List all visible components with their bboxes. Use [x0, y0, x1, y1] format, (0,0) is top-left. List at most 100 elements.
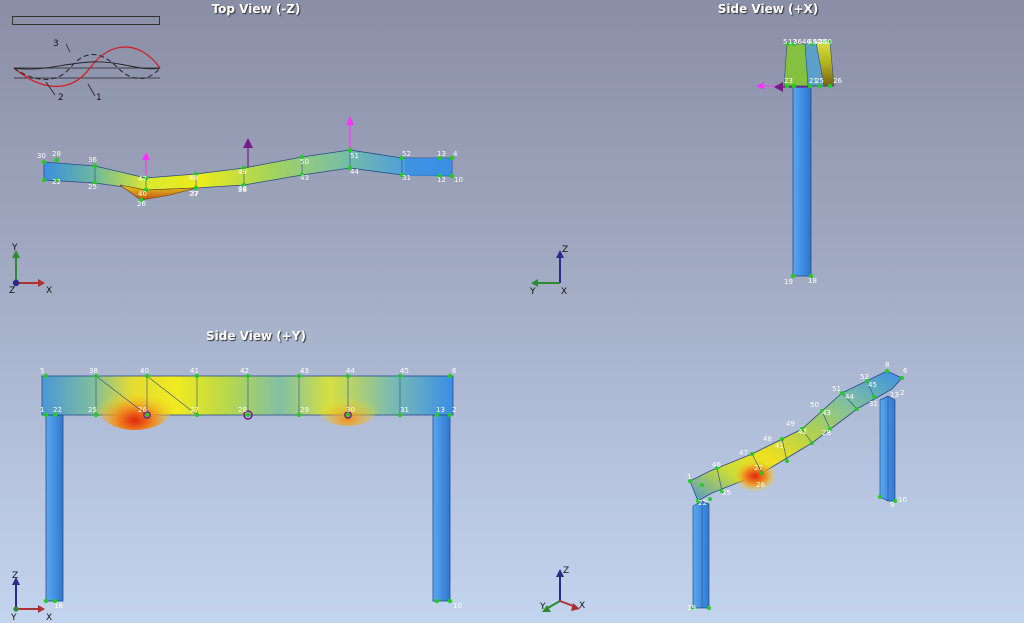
viewport-iso-view[interactable]: 8 6 52 45 51 44 50 43 49 42 48 41 47 46 …: [512, 311, 1024, 623]
axis-label: X: [579, 601, 585, 611]
axis-label: X: [46, 286, 52, 296]
mode-3-curve: [13, 54, 161, 80]
mode-label-3: 3: [53, 39, 59, 49]
svg-text:43: 43: [822, 409, 831, 417]
svg-text:51: 51: [832, 385, 841, 393]
svg-text:1: 1: [687, 473, 691, 481]
mode-label-2: 2: [58, 93, 64, 103]
column-side-x[interactable]: [792, 85, 812, 277]
side-y-canvas: 5 38 40 41 42 43 44 45 6 1 22 25 26 27 2…: [10, 367, 462, 623]
svg-text:43: 43: [300, 174, 309, 182]
svg-text:52: 52: [860, 373, 869, 381]
svg-text:13: 13: [436, 406, 445, 414]
svg-text:31: 31: [402, 174, 411, 182]
load-arrow-icon: [142, 152, 150, 160]
column-right[interactable]: [432, 414, 451, 602]
iso-column-left[interactable]: [692, 500, 710, 609]
side-x-canvas: 5 17 36 46 45 47 44 15 40 23 21 25 26 19…: [529, 38, 842, 297]
svg-text:19: 19: [687, 604, 696, 612]
svg-text:42: 42: [798, 428, 807, 436]
axis-triad-top: Y Z X: [9, 243, 52, 296]
svg-text:10: 10: [453, 602, 462, 610]
svg-text:10: 10: [454, 176, 463, 184]
viewport-top-view[interactable]: Top View (-Z) 3 2 1 30 28 36 47 48 49 50…: [0, 0, 512, 311]
axis-label: Y: [10, 613, 17, 623]
svg-text:48: 48: [189, 174, 198, 182]
svg-text:49: 49: [238, 168, 247, 176]
svg-text:40: 40: [140, 367, 149, 375]
svg-text:2: 2: [452, 406, 456, 414]
svg-text:26: 26: [138, 406, 147, 414]
svg-text:8: 8: [885, 361, 889, 369]
svg-text:13: 13: [890, 391, 899, 399]
load-arrow-icon: [243, 138, 253, 148]
svg-text:5: 5: [40, 367, 44, 375]
svg-text:46: 46: [712, 461, 721, 469]
axis-label: Z: [9, 286, 15, 296]
svg-text:18: 18: [808, 277, 817, 285]
svg-text:6: 6: [903, 367, 908, 375]
iso-canvas: 8 6 52 45 51 44 50 43 49 42 48 41 47 46 …: [539, 361, 908, 612]
svg-text:44: 44: [350, 168, 359, 176]
axis-triad-side-x: Z Y X: [529, 245, 568, 297]
svg-text:50: 50: [300, 158, 309, 166]
svg-text:29: 29: [300, 406, 309, 414]
svg-text:47: 47: [739, 449, 748, 457]
svg-text:47: 47: [138, 175, 147, 183]
axis-label: Y: [529, 287, 536, 297]
axis-label: Z: [12, 571, 18, 581]
svg-text:48: 48: [763, 435, 772, 443]
iso-beam[interactable]: [689, 370, 903, 502]
load-arrow-icon: [346, 116, 354, 125]
svg-text:46: 46: [238, 185, 247, 193]
svg-text:22: 22: [53, 406, 62, 414]
svg-text:19: 19: [784, 278, 793, 286]
svg-text:36: 36: [88, 156, 97, 164]
iso-column-right[interactable]: [879, 395, 896, 502]
mode-1-curve: [13, 46, 161, 88]
svg-text:51: 51: [350, 152, 359, 160]
svg-text:1: 1: [40, 406, 44, 414]
svg-text:26: 26: [756, 481, 765, 489]
svg-text:45: 45: [868, 381, 877, 389]
svg-text:22: 22: [698, 499, 707, 507]
svg-text:38: 38: [89, 367, 98, 375]
svg-text:6: 6: [452, 367, 457, 375]
svg-text:41: 41: [190, 367, 199, 375]
axis-label: Z: [563, 566, 569, 576]
svg-text:44: 44: [346, 367, 355, 375]
axis-label: Y: [11, 243, 18, 253]
svg-text:25: 25: [88, 183, 97, 191]
svg-text:23: 23: [784, 77, 793, 85]
svg-text:4: 4: [453, 150, 458, 158]
svg-text:25: 25: [722, 489, 731, 497]
svg-text:26: 26: [833, 77, 842, 85]
axis-label: X: [561, 287, 567, 297]
svg-text:28: 28: [238, 406, 247, 414]
svg-text:41: 41: [775, 442, 784, 450]
svg-text:18: 18: [54, 602, 63, 610]
svg-text:43: 43: [300, 367, 309, 375]
column-left[interactable]: [45, 414, 64, 602]
svg-text:13: 13: [437, 150, 446, 158]
axis-label: Z: [562, 245, 568, 255]
viewport-side-y-view[interactable]: Side View (+Y) 5 38 40 41 42 43 44 45 6 …: [0, 311, 512, 623]
svg-text:5: 5: [783, 38, 787, 46]
load-arrow-icon: [774, 82, 783, 92]
svg-text:44: 44: [845, 393, 854, 401]
svg-text:2: 2: [900, 389, 904, 397]
top-view-canvas: 3 2 1 30 28 36 47 48 49 50 51 52 13 4 22…: [9, 39, 463, 296]
svg-text:27: 27: [190, 406, 199, 414]
load-arrow-icon: [756, 82, 764, 90]
svg-text:40: 40: [823, 38, 832, 46]
svg-text:28: 28: [822, 429, 831, 437]
svg-text:50: 50: [810, 401, 819, 409]
svg-text:26: 26: [137, 200, 146, 208]
mode-shape-legend: 3 2 1: [13, 39, 161, 103]
svg-text:25: 25: [88, 406, 97, 414]
svg-text:28: 28: [52, 150, 61, 158]
axis-label: Y: [539, 602, 546, 612]
svg-text:10: 10: [898, 496, 907, 504]
viewport-side-x-view[interactable]: Side View (+X) 5 17 36 46 45 47 44 15 40…: [512, 0, 1024, 311]
svg-text:45: 45: [400, 367, 409, 375]
